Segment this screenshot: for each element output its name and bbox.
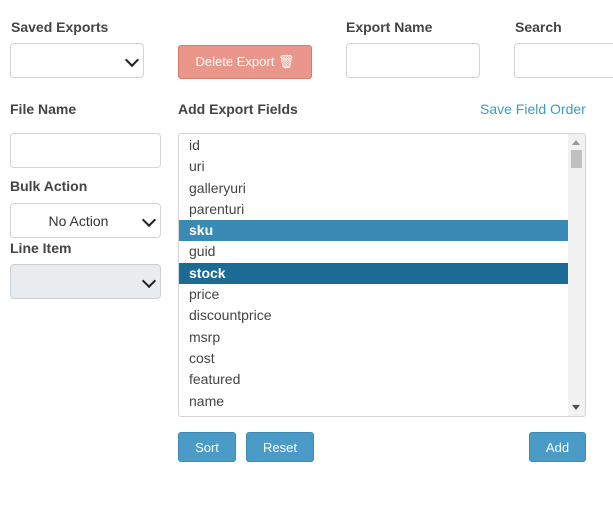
- chevron-down-icon: [141, 273, 157, 288]
- search-label: Search: [515, 19, 562, 35]
- field-option[interactable]: parenturi: [179, 199, 568, 220]
- scrollbar-thumb[interactable]: [571, 150, 582, 168]
- bulk-action-label: Bulk Action: [10, 178, 88, 194]
- field-option[interactable]: galleryuri: [179, 178, 568, 199]
- saved-exports-select[interactable]: [10, 43, 144, 78]
- chevron-down-icon: [124, 52, 140, 67]
- field-option[interactable]: price: [179, 284, 568, 305]
- reset-button[interactable]: Reset: [246, 432, 314, 462]
- field-option[interactable]: name: [179, 391, 568, 412]
- chevron-down-icon: [141, 212, 157, 227]
- file-name-label: File Name: [10, 101, 77, 117]
- scroll-up-arrow-icon[interactable]: [572, 140, 580, 145]
- export-name-input[interactable]: [346, 43, 480, 78]
- field-option[interactable]: featured: [179, 369, 568, 390]
- delete-export-button[interactable]: Delete Export 🗑: [178, 45, 312, 79]
- line-item-select[interactable]: [10, 264, 161, 299]
- field-option[interactable]: guid: [179, 241, 568, 262]
- bulk-action-select[interactable]: No Action: [10, 203, 161, 238]
- scroll-down-arrow-icon[interactable]: [572, 405, 580, 410]
- field-option[interactable]: discountprice: [179, 305, 568, 326]
- export-name-label: Export Name: [346, 19, 433, 35]
- line-item-label: Line Item: [10, 240, 72, 256]
- save-field-order-link[interactable]: Save Field Order: [480, 101, 586, 117]
- export-fields-options: id uri galleryuri parenturi sku guid sto…: [179, 134, 585, 412]
- add-button[interactable]: Add: [529, 432, 586, 462]
- saved-exports-label: Saved Exports: [11, 19, 109, 35]
- field-option[interactable]: msrp: [179, 327, 568, 348]
- file-name-input[interactable]: [10, 133, 161, 168]
- field-option[interactable]: cost: [179, 348, 568, 369]
- search-input[interactable]: [514, 43, 613, 78]
- add-export-fields-label: Add Export Fields: [178, 101, 298, 117]
- export-fields-listbox[interactable]: id uri galleryuri parenturi sku guid sto…: [178, 133, 586, 417]
- field-option-selected-focus[interactable]: stock: [179, 262, 568, 285]
- field-option[interactable]: id: [179, 135, 568, 156]
- sort-button[interactable]: Sort: [178, 432, 236, 462]
- listbox-scrollbar[interactable]: [568, 134, 585, 416]
- field-option-selected[interactable]: sku: [179, 220, 568, 242]
- field-option[interactable]: uri: [179, 156, 568, 177]
- bulk-action-value: No Action: [48, 212, 109, 229]
